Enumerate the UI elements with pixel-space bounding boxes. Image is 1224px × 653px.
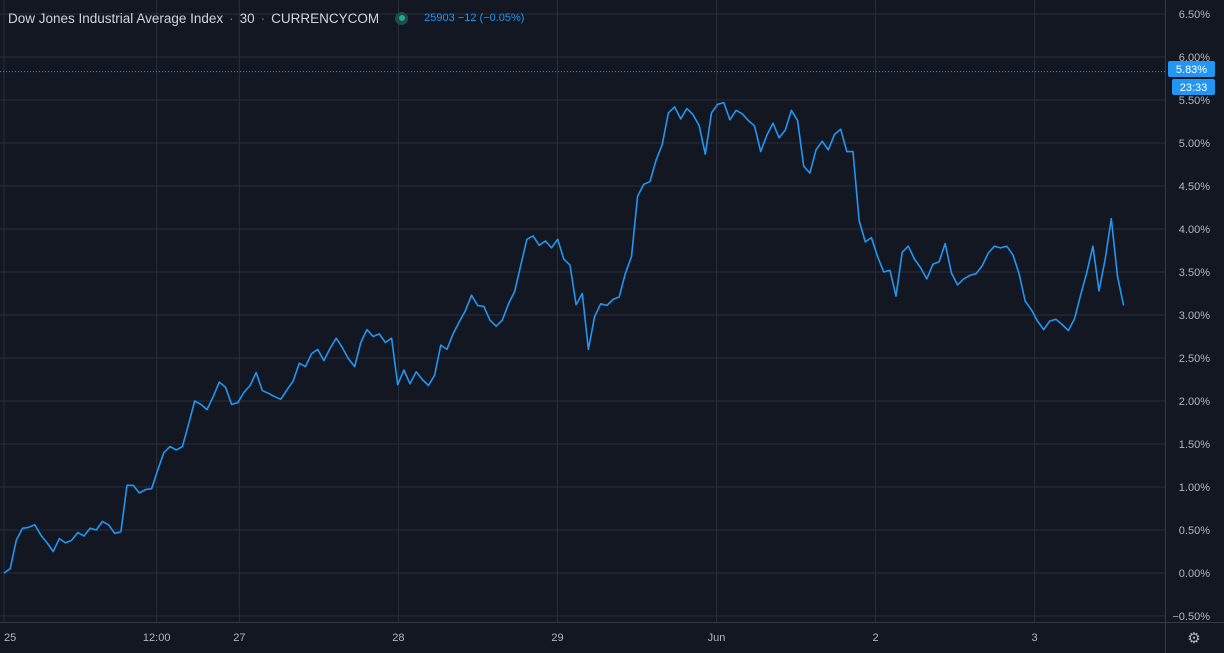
y-tick-label: 1.50% — [1179, 439, 1210, 451]
axis-border — [0, 0, 1224, 653]
y-tick-label: 3.00% — [1179, 310, 1210, 322]
y-tick-label: 0.00% — [1179, 568, 1210, 580]
y-tick-label: 0.50% — [1179, 525, 1210, 537]
y-tick-label: 5.50% — [1179, 95, 1210, 107]
grid-lines — [0, 0, 1165, 622]
price-chart[interactable]: 6.50%6.00%5.50%5.00%4.50%4.00%3.50%3.00%… — [0, 0, 1224, 653]
y-tick-label: 2.00% — [1179, 396, 1210, 408]
interval-label: 30 — [239, 10, 255, 26]
x-tick-label: 29 — [551, 632, 563, 644]
x-tick-label: 3 — [1032, 632, 1038, 644]
countdown-badge-text: 23:33 — [1180, 82, 1208, 94]
x-tick-label: 2 — [872, 632, 878, 644]
series-line — [3, 101, 1125, 574]
gear-icon[interactable]: ⚙ — [1186, 630, 1202, 646]
y-tick-label: 5.00% — [1179, 138, 1210, 150]
price-badges: 5.83% 23:33 — [1168, 61, 1215, 95]
x-axis-ticks[interactable]: 25 12:00 27 28 29 Jun 2 3 — [4, 632, 1038, 644]
source-label: CURRENCYCOM — [271, 10, 380, 26]
legend-separator: · — [260, 10, 266, 26]
legend-value: 25903 −12 (−0.05%) — [424, 12, 525, 24]
x-tick-label: 12:00 — [143, 632, 171, 644]
y-tick-label: 4.00% — [1179, 224, 1210, 236]
legend-separator: · — [229, 10, 234, 26]
x-tick-label: 27 — [233, 632, 245, 644]
x-tick-label: Jun — [708, 632, 726, 644]
y-axis-ticks[interactable]: 6.50%6.00%5.50%5.00%4.50%4.00%3.50%3.00%… — [1172, 9, 1210, 623]
y-tick-label: 2.50% — [1179, 353, 1210, 365]
series-line-group — [3, 101, 1125, 574]
y-tick-label: 6.50% — [1179, 9, 1210, 21]
chart-container[interactable]: 6.50% 6.00% 5.50% 5.00% 4.50% 4.00% 3.50% 3.00%… — [0, 0, 1224, 653]
x-tick-label: 25 — [4, 632, 16, 644]
last-value-badge-text: 5.83% — [1176, 64, 1207, 76]
chart-legend[interactable]: Dow Jones Industrial Average Index · 30 … — [8, 8, 524, 28]
y-tick-label: −0.50% — [1172, 611, 1210, 623]
symbol-title: Dow Jones Industrial Average Index — [8, 10, 224, 26]
y-tick-label: 1.00% — [1179, 482, 1210, 494]
y-tick-label: 4.50% — [1179, 181, 1210, 193]
y-tick-label: 3.50% — [1179, 267, 1210, 279]
market-status-icon[interactable] — [395, 11, 409, 25]
x-tick-label: 28 — [392, 632, 404, 644]
